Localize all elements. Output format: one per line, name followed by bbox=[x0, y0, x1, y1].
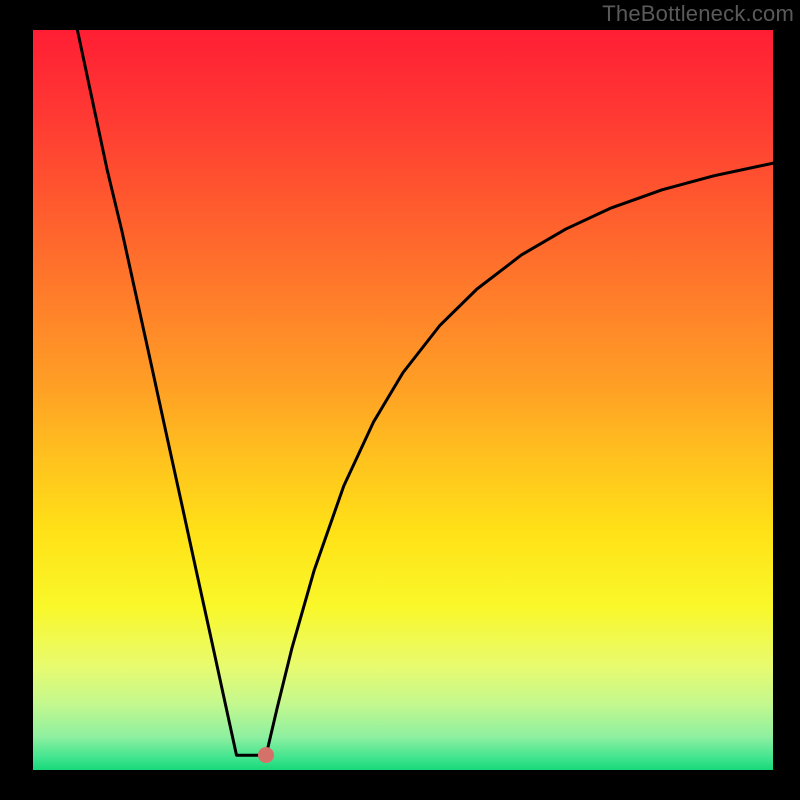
chart-frame: TheBottleneck.com bbox=[0, 0, 800, 800]
plot-area bbox=[33, 30, 773, 770]
bottleneck-curve bbox=[33, 30, 773, 770]
optimal-point-marker bbox=[258, 747, 274, 763]
watermark-text: TheBottleneck.com bbox=[602, 1, 794, 27]
